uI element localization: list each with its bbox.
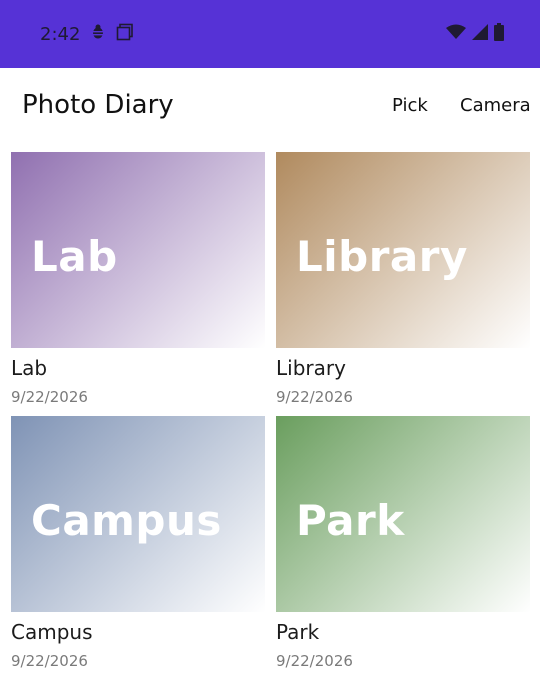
entry-card-park[interactable]: Park Park 9/22/2026 [276,416,530,670]
entry-card-campus[interactable]: Campus Campus 9/22/2026 [11,416,265,670]
thumbnail-label: Campus [31,496,222,545]
entry-title: Campus [11,620,93,644]
bug-icon [90,24,106,45]
entry-title: Lab [11,356,48,380]
entry-date: 9/22/2026 [11,652,88,670]
entry-date: 9/22/2026 [276,652,353,670]
app-bar: Photo Diary Pick Camera [0,68,540,146]
entry-thumbnail[interactable]: Park [276,416,530,612]
status-bar: 2:42 [0,0,540,68]
thumbnail-label: Park [296,496,405,545]
status-right [446,22,504,46]
entry-date: 9/22/2026 [276,388,353,406]
entry-title: Park [276,620,320,644]
entry-card-lab[interactable]: Lab Lab 9/22/2026 [11,152,265,406]
status-time: 2:42 [40,23,81,45]
entry-title: Library [276,356,346,380]
signal-icon [472,23,488,45]
status-left: 2:42 [40,22,134,46]
thumbnail-label: Lab [31,232,118,281]
wifi-icon [446,24,466,45]
battery-icon [494,22,504,46]
entry-thumbnail[interactable]: Library [276,152,530,348]
app-title: Photo Diary [22,90,174,120]
entry-thumbnail[interactable]: Campus [11,416,265,612]
screenshot-icon [116,23,134,46]
entry-thumbnail[interactable]: Lab [11,152,265,348]
pick-button[interactable]: Pick [392,95,428,116]
entry-date: 9/22/2026 [11,388,88,406]
entry-card-library[interactable]: Library Library 9/22/2026 [276,152,530,406]
camera-button[interactable]: Camera [460,95,531,116]
thumbnail-label: Library [296,232,468,281]
